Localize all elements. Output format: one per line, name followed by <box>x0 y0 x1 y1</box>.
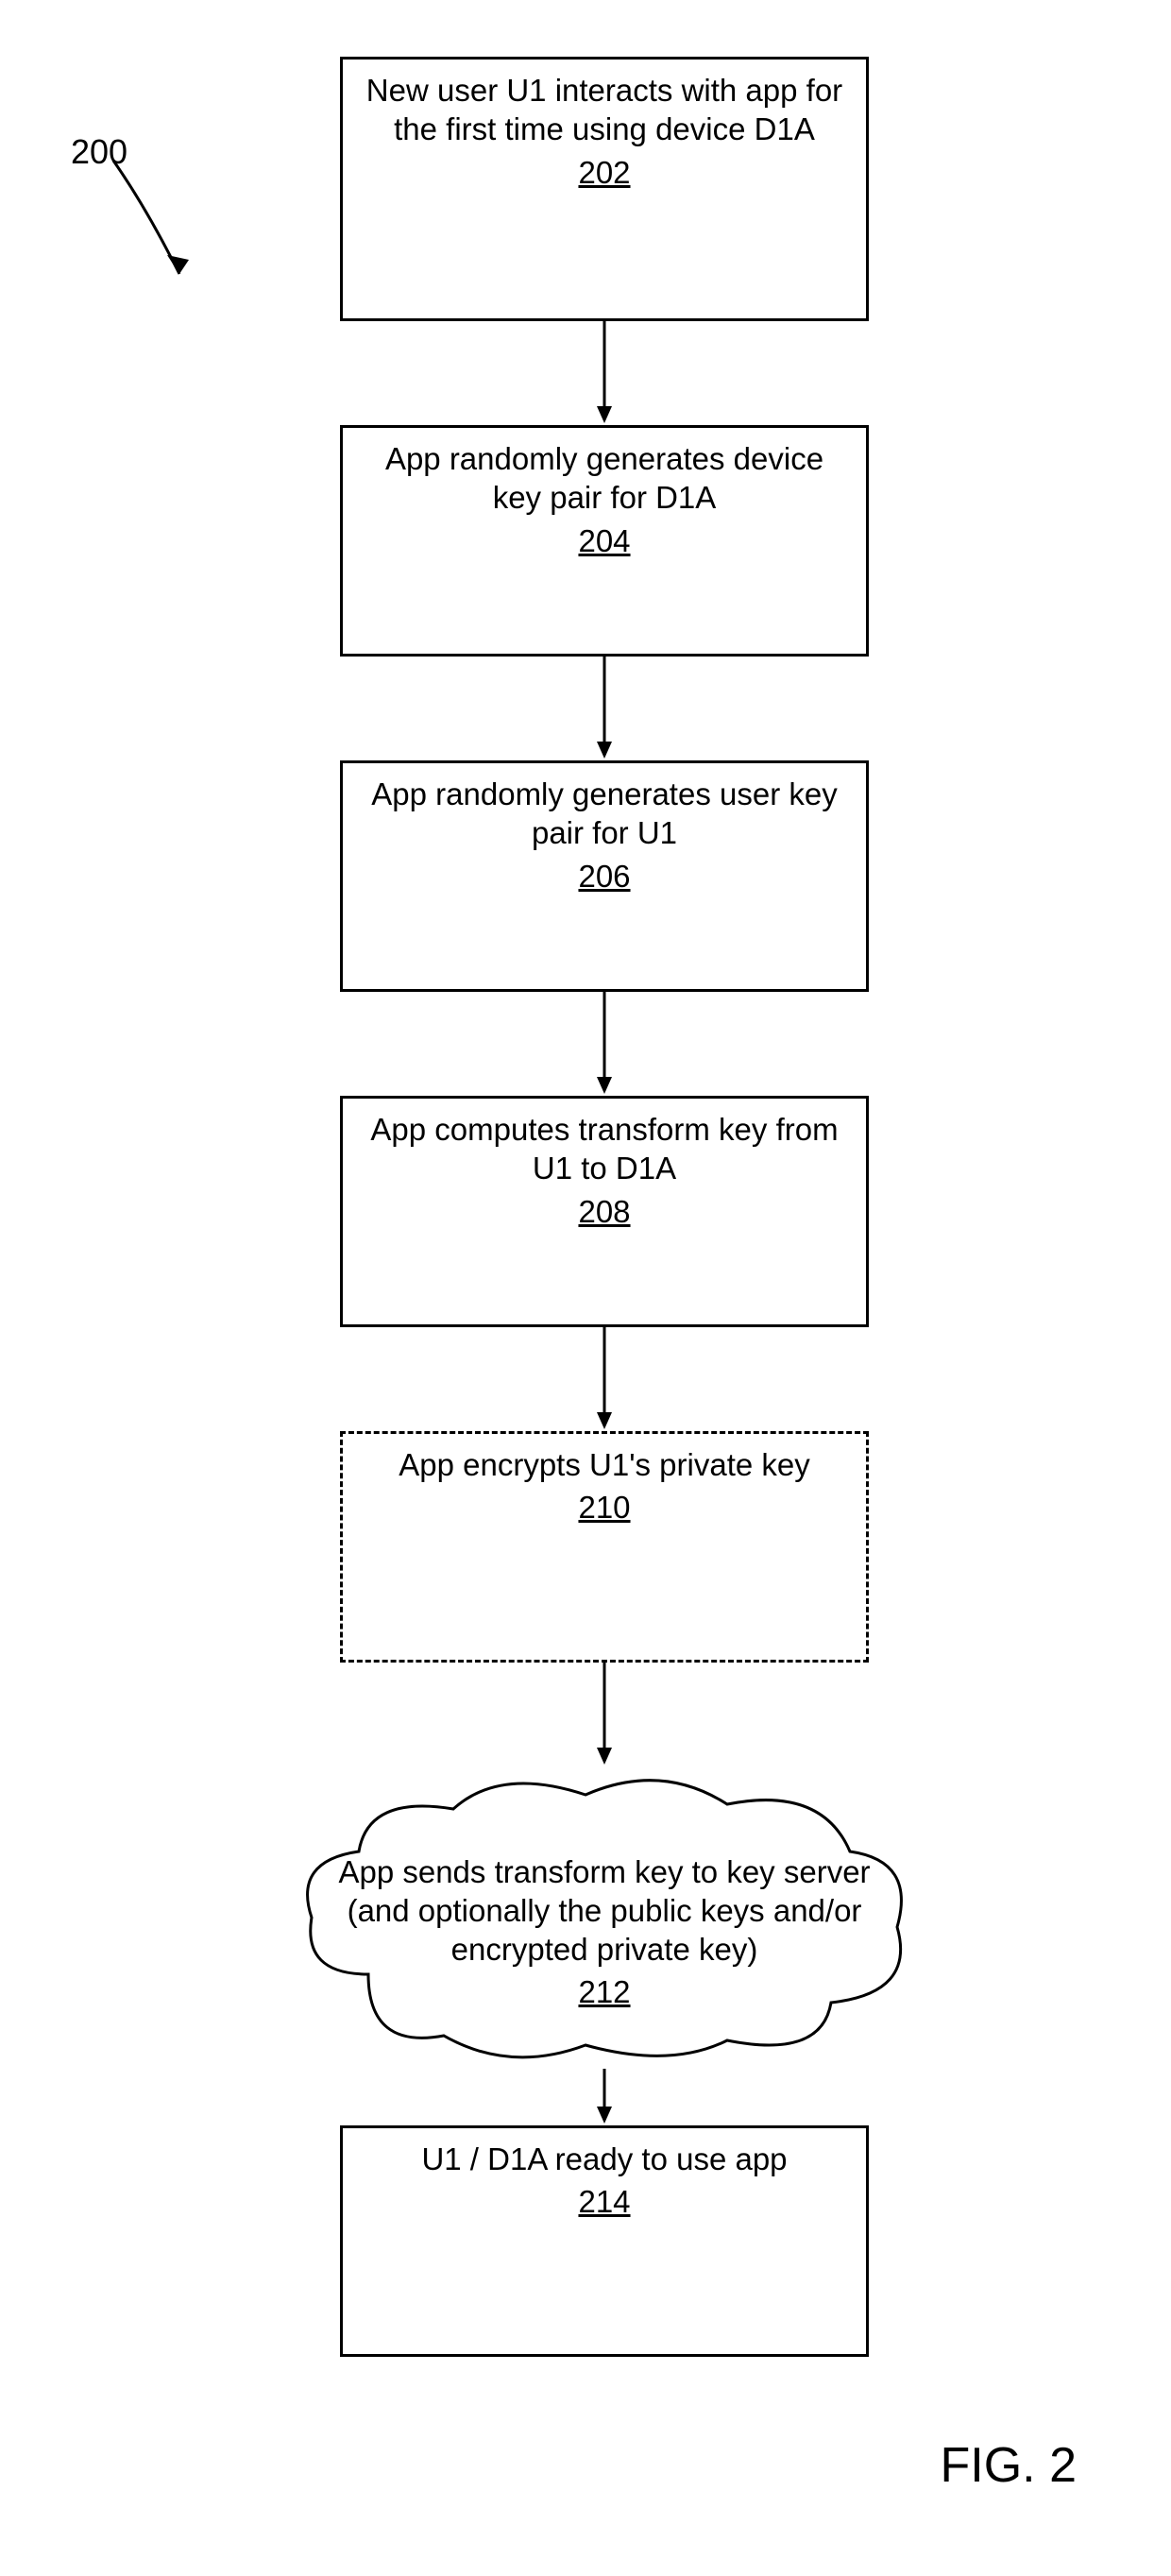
connector-arrow-icon <box>590 2069 619 2125</box>
connector-arrow-icon <box>590 657 619 760</box>
step-text: App computes transform key from U1 to D1… <box>370 1112 838 1186</box>
step-box-206: App randomly generates user key pair for… <box>340 760 869 992</box>
step-number: 212 <box>578 1972 630 2011</box>
step-number: 210 <box>362 1488 847 1527</box>
step-box-202: New user U1 interacts with app for the f… <box>340 57 869 321</box>
step-box-214: U1 / D1A ready to use app 214 <box>340 2125 869 2357</box>
step-box-210: App encrypts U1's private key 210 <box>340 1431 869 1663</box>
step-text: App encrypts U1's private key <box>399 1447 810 1482</box>
step-box-208: App computes transform key from U1 to D1… <box>340 1096 869 1327</box>
step-box-204: App randomly generates device key pair f… <box>340 425 869 657</box>
connector-arrow-icon <box>590 1327 619 1431</box>
step-text: U1 / D1A ready to use app <box>421 2141 787 2176</box>
flowchart: New user U1 interacts with app for the f… <box>274 57 935 2357</box>
connector-arrow-icon <box>590 321 619 425</box>
pointer-arrow-icon <box>90 151 222 312</box>
connector-arrow-icon <box>590 992 619 1096</box>
step-text: App randomly generates device key pair f… <box>385 441 823 515</box>
step-number: 214 <box>362 2182 847 2221</box>
step-number: 206 <box>362 857 847 896</box>
figure-label: FIG. 2 <box>941 2437 1077 2494</box>
step-cloud-212: App sends transform key to key server (a… <box>293 1766 916 2069</box>
connector-arrow-icon <box>590 1663 619 1766</box>
step-text: New user U1 interacts with app for the f… <box>366 73 842 146</box>
step-text: App randomly generates user key pair for… <box>371 776 837 850</box>
step-number: 204 <box>362 521 847 560</box>
step-text: App sends transform key to key server (a… <box>331 1852 878 1970</box>
step-number: 208 <box>362 1192 847 1231</box>
step-number: 202 <box>362 153 847 192</box>
